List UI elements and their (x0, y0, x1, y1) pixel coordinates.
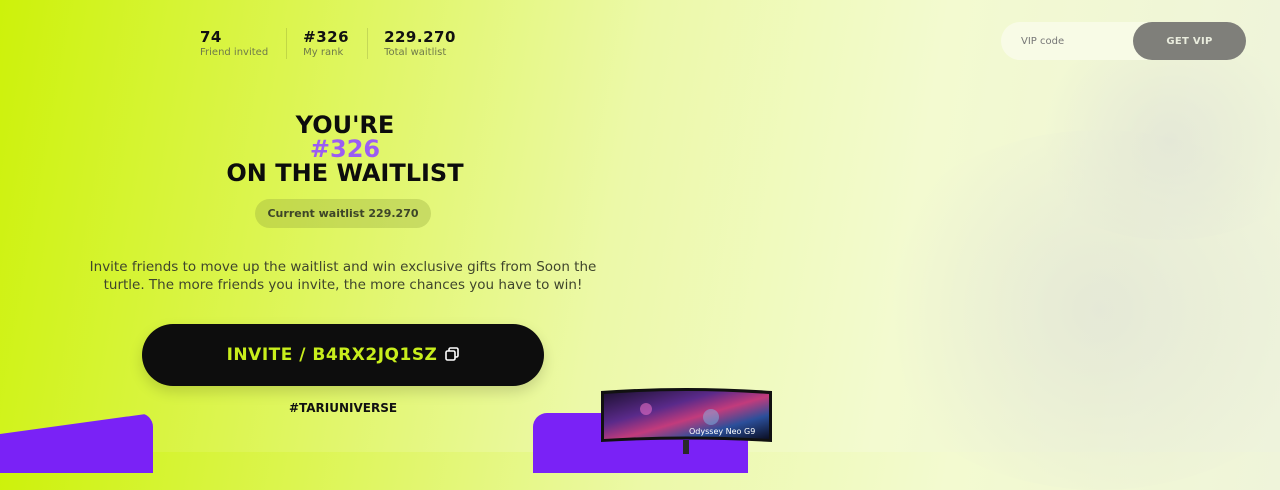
stat-value: 229.270 (384, 28, 456, 46)
monitor-brand-text: Odyssey Neo G9 (689, 427, 755, 436)
stat-label: Friend invited (200, 47, 269, 58)
headline-line1: YOU'RE (295, 111, 395, 139)
current-waitlist-badge: Current waitlist 229.270 (255, 199, 431, 228)
invite-label: INVITE / B4RX2JQ1SZ (226, 345, 438, 365)
invite-description: Invite friends to move up the waitlist a… (89, 259, 597, 293)
stats-bar: 74 Friend invited #326 My rank 229.270 T… (200, 28, 490, 59)
stat-my-rank: #326 My rank (303, 28, 369, 59)
copy-icon[interactable] (445, 347, 460, 361)
stat-label: My rank (303, 47, 344, 58)
stat-value: #326 (303, 28, 350, 46)
purple-block-left (0, 413, 153, 473)
headline-line3: ON THE WAITLIST (226, 159, 464, 187)
get-vip-button[interactable]: GET VIP (1133, 22, 1246, 60)
monitor-prize-image: Odyssey Neo G9 (601, 388, 772, 442)
headline-rank: #326 (309, 135, 381, 163)
stat-friends-invited: 74 Friend invited (200, 28, 288, 59)
vip-code-input[interactable] (1001, 22, 1141, 60)
waitlist-headline: YOU'RE #326 ON THE WAITLIST (160, 113, 530, 185)
stat-total-waitlist: 229.270 Total waitlist (384, 28, 474, 59)
stat-value: 74 (200, 28, 222, 46)
stat-label: Total waitlist (384, 47, 447, 58)
hashtag: #TARIUNIVERSE (288, 401, 398, 415)
invite-code-button[interactable]: INVITE / B4RX2JQ1SZ (142, 324, 544, 386)
vip-form: GET VIP (1001, 22, 1246, 60)
